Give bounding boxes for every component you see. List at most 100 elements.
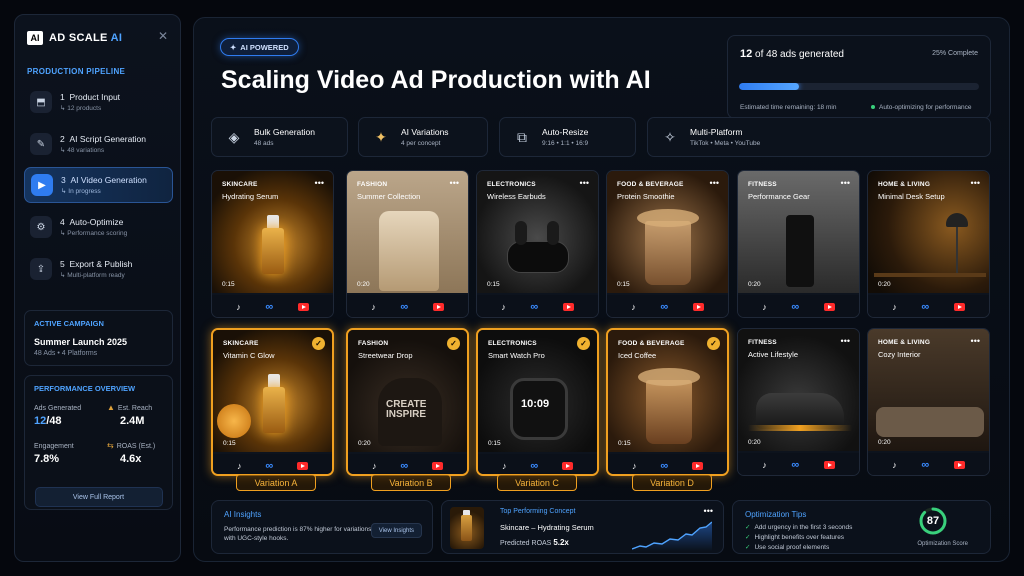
meta-icon[interactable]: ∞ <box>921 459 929 471</box>
feature-sub: 48 ads <box>254 140 274 147</box>
ad-card[interactable]: FASHION Summer Collection ••• 0:20 ♪ ∞ <box>346 170 469 318</box>
ad-card[interactable]: FITNESS Active Lifestyle ••• 0:20 ♪ ∞ <box>737 328 860 476</box>
engagement-label: Engagement <box>34 443 74 450</box>
youtube-icon[interactable] <box>297 462 309 470</box>
tiktok-icon[interactable]: ♪ <box>632 461 637 471</box>
ad-card[interactable]: FOOD & BEVERAGE Iced Coffee ✓ 0:15 ♪ ∞ <box>606 328 729 476</box>
feature-title: Auto-Resize <box>542 127 589 137</box>
tiktok-icon[interactable]: ♪ <box>502 461 507 471</box>
pipeline-step-5[interactable]: ⇪ 5 Export & Publish ↳ Multi-platform re… <box>24 251 173 287</box>
video-duration: 0:20 <box>357 281 370 288</box>
card-product-name: Cozy Interior <box>878 350 921 359</box>
view-insights-button[interactable]: View Insights <box>370 523 422 538</box>
collapse-sidebar-icon[interactable]: ✕ <box>158 29 168 43</box>
tiktok-icon[interactable]: ♪ <box>372 461 377 471</box>
youtube-icon[interactable] <box>953 303 965 311</box>
variation-b-label[interactable]: Variation B <box>371 474 451 491</box>
more-options-icon[interactable]: ••• <box>580 178 589 188</box>
meta-icon[interactable]: ∞ <box>921 301 929 313</box>
variation-a-label[interactable]: Variation A <box>236 474 316 491</box>
tiktok-icon[interactable]: ♪ <box>762 302 767 312</box>
meta-icon[interactable]: ∞ <box>530 460 538 472</box>
youtube-icon[interactable] <box>823 461 835 469</box>
youtube-icon[interactable] <box>692 303 704 311</box>
meta-icon[interactable]: ∞ <box>530 301 538 313</box>
brand-name: AD SCALE <box>49 32 108 44</box>
meta-icon[interactable]: ∞ <box>265 460 273 472</box>
meta-icon[interactable]: ∞ <box>660 301 668 313</box>
meta-icon[interactable]: ∞ <box>791 459 799 471</box>
tiktok-icon[interactable]: ♪ <box>501 302 506 312</box>
youtube-icon[interactable] <box>432 462 444 470</box>
ad-card[interactable]: SKINCARE Hydrating Serum ••• 0:15 ♪ ∞ <box>211 170 334 318</box>
tiktok-icon[interactable]: ♪ <box>892 460 897 470</box>
feature-bulk-generation[interactable]: ◈ Bulk Generation 48 ads <box>211 117 348 157</box>
pipeline-step-2[interactable]: ✎ 2 AI Script Generation ↳ 48 variations <box>24 126 173 162</box>
youtube-icon[interactable] <box>562 462 574 470</box>
pipeline-step-1[interactable]: ⬒ 1 Product Input ↳ 12 products <box>24 84 173 120</box>
more-options-icon[interactable]: ••• <box>841 178 850 188</box>
pipeline-step-4[interactable]: ⚙ 4 Auto-Optimize ↳ Performance scoring <box>24 209 173 245</box>
more-options-icon[interactable]: ••• <box>704 506 713 516</box>
ad-card[interactable]: FITNESS Performance Gear ••• 0:20 ♪ ∞ <box>737 170 860 318</box>
youtube-icon[interactable] <box>953 461 965 469</box>
tiktok-icon[interactable]: ♪ <box>631 302 636 312</box>
export-icon: ⇪ <box>30 258 52 280</box>
platform-row: ♪ ∞ <box>478 454 597 474</box>
roas-label: Predicted ROAS <box>500 540 552 547</box>
feature-multi-platform[interactable]: ✧ Multi-Platform TikTok • Meta • YouTube <box>647 117 991 157</box>
variation-c-label[interactable]: Variation C <box>497 474 577 491</box>
ad-card[interactable]: ELECTRONICS Wireless Earbuds ••• 0:15 ♪ ∞ <box>476 170 599 318</box>
ad-card[interactable]: 10:09 ELECTRONICS Smart Watch Pro ✓ 0:15 ♪ ∞ <box>476 328 599 476</box>
ad-card[interactable]: SKINCARE Vitamin C Glow ✓ 0:15 ♪ ∞ <box>211 328 334 476</box>
variation-d-label[interactable]: Variation D <box>632 474 712 491</box>
more-options-icon[interactable]: ••• <box>971 178 980 188</box>
step-number: 5 <box>60 259 65 269</box>
video-duration: 0:20 <box>748 281 761 288</box>
selected-check-icon[interactable]: ✓ <box>577 337 590 350</box>
platform-row: ♪ ∞ <box>347 295 468 317</box>
ad-card[interactable]: FOOD & BEVERAGE Protein Smoothie ••• 0:15 ♪ ∞ <box>606 170 729 318</box>
meta-icon[interactable]: ∞ <box>791 301 799 313</box>
card-category: FASHION <box>357 181 388 188</box>
tip-item: ✓ Add urgency in the first 3 seconds <box>745 523 852 533</box>
optimization-tips-panel: Optimization Tips ✓ Add urgency in the fi… <box>732 500 991 554</box>
selected-check-icon[interactable]: ✓ <box>707 337 720 350</box>
tiktok-icon[interactable]: ♪ <box>892 302 897 312</box>
feature-title: Bulk Generation <box>254 127 315 137</box>
tiktok-icon[interactable]: ♪ <box>371 302 376 312</box>
active-campaign-card[interactable]: ACTIVE CAMPAIGN Summer Launch 2025 48 Ad… <box>24 310 173 366</box>
tiktok-icon[interactable]: ♪ <box>236 302 241 312</box>
more-options-icon[interactable]: ••• <box>971 336 980 346</box>
tiktok-icon[interactable]: ♪ <box>237 461 242 471</box>
meta-icon[interactable]: ∞ <box>400 301 408 313</box>
meta-icon[interactable]: ∞ <box>265 301 273 313</box>
ad-card[interactable]: HOME & LIVING Minimal Desk Setup ••• 0:20 ♪ ∞ <box>867 170 990 318</box>
progress-percent: 25% Complete <box>932 50 978 57</box>
view-full-report-button[interactable]: View Full Report <box>34 487 163 507</box>
youtube-icon[interactable] <box>562 303 574 311</box>
more-options-icon[interactable]: ••• <box>841 336 850 346</box>
youtube-icon[interactable] <box>297 303 309 311</box>
selected-check-icon[interactable]: ✓ <box>447 337 460 350</box>
selected-check-icon[interactable]: ✓ <box>312 337 325 350</box>
roas-label: ROAS (Est.) <box>116 443 156 450</box>
top-concept-panel[interactable]: Top Performing Concept Skincare – Hydrat… <box>441 500 724 554</box>
more-options-icon[interactable]: ••• <box>315 178 324 188</box>
reach-label: Est. Reach <box>117 405 153 412</box>
card-category: SKINCARE <box>222 181 258 188</box>
pipeline-step-3[interactable]: ▶ 3 AI Video Generation ↳ In progress <box>24 167 173 203</box>
youtube-icon[interactable] <box>432 303 444 311</box>
meta-icon[interactable]: ∞ <box>400 460 408 472</box>
ad-card[interactable]: CREATE INSPIRE FASHION Streetwear Drop ✓ 0:20… <box>346 328 469 476</box>
more-options-icon[interactable]: ••• <box>710 178 719 188</box>
feature-auto-resize[interactable]: ⧉ Auto-Resize 9:16 • 1:1 • 16:9 <box>499 117 636 157</box>
tiktok-icon[interactable]: ♪ <box>762 460 767 470</box>
more-options-icon[interactable]: ••• <box>450 178 459 188</box>
meta-icon[interactable]: ∞ <box>660 460 668 472</box>
youtube-icon[interactable] <box>692 462 704 470</box>
feature-ai-variations[interactable]: ✦ AI Variations 4 per concept <box>358 117 488 157</box>
ad-card[interactable]: HOME & LIVING Cozy Interior ••• 0:20 ♪ ∞ <box>867 328 990 476</box>
youtube-icon[interactable] <box>823 303 835 311</box>
step-title: Auto-Optimize <box>69 217 124 227</box>
